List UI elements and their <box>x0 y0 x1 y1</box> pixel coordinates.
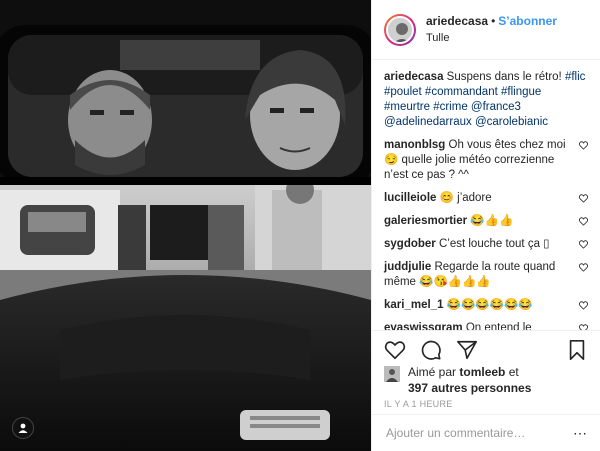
post-caption: ariedecasa Suspens dans le rétro! #flic … <box>384 70 588 130</box>
comment-username[interactable]: juddjulie <box>384 261 431 273</box>
comment-username[interactable]: manonblsg <box>384 139 445 151</box>
heart-icon[interactable] <box>579 217 588 226</box>
separator-dot: • <box>491 13 496 28</box>
caption-username[interactable]: ariedecasa <box>384 71 443 83</box>
instagram-post: ariedecasa • S’abonner Tulle ariedecasa Su… <box>0 0 600 451</box>
add-comment-bar: ⋯ <box>372 414 600 451</box>
comment-username[interactable]: kari_mel_1 <box>384 299 443 311</box>
comment-text: 😊 j’adore <box>439 192 492 204</box>
comment-username[interactable]: sygdober <box>384 238 436 250</box>
heart-icon[interactable] <box>579 240 588 249</box>
post-actions <box>372 330 600 368</box>
post-photo[interactable] <box>0 0 371 451</box>
comment-item: sygdober C’est louche tout ça ▯ <box>384 237 588 252</box>
heart-icon[interactable] <box>579 141 588 150</box>
heart-icon[interactable] <box>579 301 588 310</box>
comment-username[interactable]: evaswissgram <box>384 322 463 330</box>
comments-list[interactable]: ariedecasa Suspens dans le rétro! #flic … <box>372 60 600 330</box>
photo-image <box>0 0 371 451</box>
liker-username[interactable]: tomleeb <box>459 365 505 379</box>
comment-icon[interactable] <box>420 339 442 361</box>
add-comment-input[interactable] <box>384 425 573 441</box>
more-icon[interactable]: ⋯ <box>573 425 588 442</box>
comment-text: C’est louche tout ça ▯ <box>438 238 550 250</box>
heart-icon[interactable] <box>579 263 588 272</box>
caption-text: Suspens dans le rétro! <box>446 71 562 83</box>
comment-item: kari_mel_1 😂😂😂😂😂😂 <box>384 298 588 313</box>
user-tag-icon[interactable] <box>12 417 34 439</box>
post-username[interactable]: ariedecasa <box>426 14 488 28</box>
follow-button[interactable]: S’abonner <box>498 14 557 28</box>
comment-username[interactable]: lucilleiole <box>384 192 436 204</box>
share-icon[interactable] <box>456 339 478 361</box>
comment-item: evaswissgram On entend le Tadaaaa <box>384 321 588 330</box>
post-location[interactable]: Tulle <box>426 31 557 46</box>
post-side-panel: ariedecasa • S’abonner Tulle ariedecasa Su… <box>371 0 600 451</box>
comment-username[interactable]: galeriesmortier <box>384 215 467 227</box>
avatar[interactable] <box>384 13 416 46</box>
comment-item: juddjulie Regarde la route quand même 😂😘… <box>384 260 588 290</box>
likes-prefix: Aimé par <box>408 365 457 379</box>
comment-item: lucilleiole 😊 j’adore <box>384 191 588 206</box>
bookmark-icon[interactable] <box>566 339 588 361</box>
comment-text: 😂👍👍 <box>470 215 514 227</box>
heart-icon[interactable] <box>579 194 588 203</box>
comment-text: 😂😂😂😂😂😂 <box>446 299 533 311</box>
likes-conjunction: et <box>508 365 519 379</box>
likes-summary: Aimé par tomleeb et 397 autres personnes <box>384 364 588 396</box>
post-header: ariedecasa • S’abonner Tulle <box>372 0 600 60</box>
post-timestamp[interactable]: IL Y A 1 HEURE <box>384 399 453 409</box>
comment-item: galeriesmortier 😂👍👍 <box>384 214 588 229</box>
heart-icon[interactable] <box>384 339 406 361</box>
likes-count[interactable]: 397 autres personnes <box>408 381 531 395</box>
comment-item: manonblsg Oh vous êtes chez moi 😏 quelle… <box>384 138 588 183</box>
liker-avatar[interactable] <box>384 366 400 382</box>
